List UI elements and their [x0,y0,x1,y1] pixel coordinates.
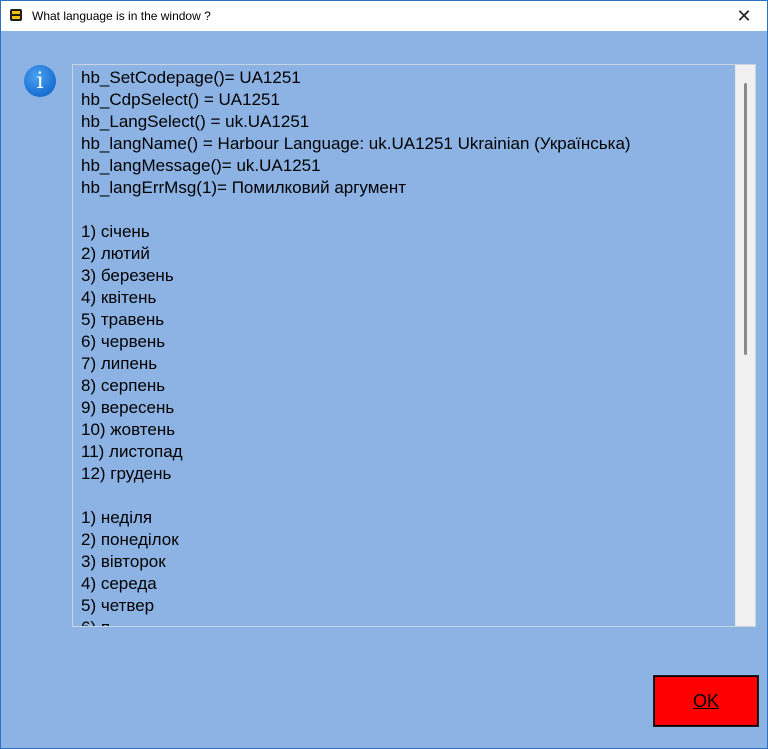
message-line: 12) грудень [81,464,172,483]
vertical-scrollbar[interactable] [735,65,755,626]
message-line: hb_SetCodepage()= UA1251 [81,68,301,87]
message-line: hb_LangSelect() = uk.UA1251 [81,112,310,131]
title-bar[interactable]: What language is in the window ? ✕ [1,1,767,31]
ok-button[interactable]: OK [653,675,759,727]
message-line: 10) жовтень [81,420,176,439]
message-line: 7) липень [81,354,158,373]
window-title: What language is in the window ? [32,9,211,23]
message-line: 2) лютий [81,244,150,263]
message-line: 2) понеділок [81,530,179,549]
info-icon: i [24,65,56,97]
message-line: 3) вівторок [81,552,166,571]
message-line: hb_CdpSelect() = UA1251 [81,90,280,109]
message-line: 11) листопад [81,442,183,461]
message-line: 6) червень [81,332,166,351]
message-textbox[interactable]: hb_SetCodepage()= UA1251 hb_CdpSelect() =… [72,64,756,627]
scrollbar-thumb[interactable] [744,83,747,355]
message-line: 4) квітень [81,288,157,307]
message-line: 1) січень [81,222,150,241]
message-line: 4) середа [81,574,157,593]
message-line: 3) березень [81,266,174,285]
message-text-area[interactable]: hb_SetCodepage()= UA1251 hb_CdpSelect() =… [73,65,736,626]
message-line: 6) п [81,617,110,626]
message-line: 9) вересень [81,398,175,417]
message-line: 1) неділя [81,508,153,527]
message-line: 8) серпень [81,376,166,395]
close-button[interactable]: ✕ [721,1,767,31]
message-line: 5) травень [81,310,165,329]
app-icon [10,9,22,21]
message-line: hb_langName() = Harbour Language: uk.UA1… [81,134,631,153]
message-line: hb_langErrMsg(1)= Помилковий аргумент [81,178,407,197]
dialog-window: What language is in the window ? ✕ i hb_… [0,0,768,749]
message-line: hb_langMessage()= uk.UA1251 [81,156,321,175]
message-line: 5) четвер [81,596,155,615]
